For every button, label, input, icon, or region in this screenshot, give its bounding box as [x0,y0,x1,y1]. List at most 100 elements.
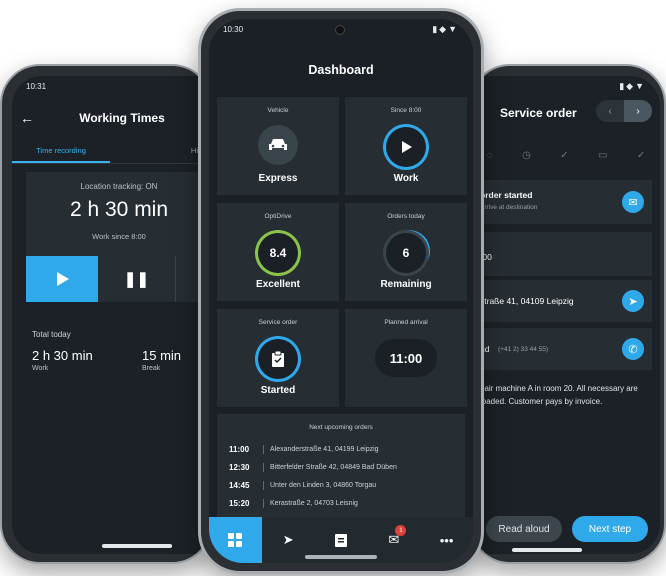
location-tracking-status: Location tracking: ON [80,182,158,191]
order-time: 11:00 [229,444,250,454]
more-icon: ••• [439,532,454,548]
play-button[interactable] [26,256,98,302]
back-arrow-icon[interactable]: ← [12,110,42,126]
planned-arrival-tile[interactable]: Planned arrival 11:00 [345,309,467,407]
home-indicator [512,548,582,552]
tile-value: Express [258,173,298,184]
navigation-icon: ➤ [282,532,294,547]
home-indicator [305,555,377,559]
tile-label: Service order [258,319,298,326]
time-recording-card: Location tracking: ON 2 h 30 min Work si… [26,172,210,302]
tile-label: Since 8:00 [390,107,422,114]
prev-icon[interactable]: ‹ [596,100,624,122]
order-pager: ‹ › [596,100,652,122]
service-order-tile[interactable]: Service order Started [217,309,339,407]
service-order-screen: ▮◆▼ Service order ‹ › ◌ ◷ ✓ ▭ ✓ order st… [472,76,660,554]
car-icon [258,125,298,165]
work-total-label: Work [32,365,49,372]
play-icon [57,272,69,286]
order-time: 12:30 [229,462,250,472]
pause-icon: ❚❚ [123,271,150,288]
arrive-subtext: Arrive at destination [480,204,538,211]
status-time: 10:30 [223,24,244,34]
tile-value: Excellent [256,279,300,290]
center-phone: 10:30 ▮◆▼ Dashboard Vehicle Express Sinc… [198,8,484,574]
signal-battery-icon: ▮◆▼ [432,23,459,34]
signal-battery-icon: ▮◆▼ [619,80,646,91]
status-time: 10:31 [26,81,47,91]
work-tile[interactable]: Since 8:00 Work [345,97,467,195]
done-icon: ✓ [636,149,646,161]
unread-badge: 1 [395,525,407,536]
total-today-label: Total today [32,330,71,339]
list-item[interactable]: 14:45 Unter den Linden 3, 04860 Torgau [229,478,459,492]
address-row[interactable]: straße 41, 04109 Leipzig ➤ [472,280,652,322]
clock-icon: ◷ [522,149,531,161]
app-header: ← Working Times [12,100,210,136]
orders-today-tile[interactable]: Orders today 6 Remaining [345,203,467,301]
tab-history[interactable]: Histo [110,140,210,163]
dashboard-screen: 10:30 ▮◆▼ Dashboard Vehicle Express Sinc… [209,19,473,563]
tile-label: Vehicle [267,107,289,114]
next-icon[interactable]: › [624,100,652,122]
clipboard-icon [334,534,347,547]
order-address: Alexanderstraße 41, 04199 Leipzig [270,445,379,453]
vehicle-tile[interactable]: Vehicle Express [217,97,339,195]
location-icon[interactable]: ➤ [622,290,644,312]
orders-header: Next upcoming orders [309,424,373,431]
upcoming-orders-card: Next upcoming orders 11:00 Alexanderstra… [217,414,465,524]
read-aloud-button[interactable]: Read aloud [486,516,562,542]
tab-bar: Time recording Histo [12,140,210,164]
app-showcase: 10:31 ← Working Times Time recording His… [0,0,666,576]
tab-dashboard[interactable] [209,517,262,563]
list-item[interactable]: 15:20 Kerastraße 2, 04703 Leisnig [229,496,459,510]
status-bar: 10:31 [12,76,210,96]
phone-icon[interactable]: ✆ [622,338,644,360]
orders-count: 6 [386,233,426,273]
list-item[interactable]: 12:30 Bitterfelder Straße 42, 04849 Bad … [229,460,459,474]
tile-label: Planned arrival [384,319,428,326]
step-icon: ◌ [486,149,493,161]
time-row: :00 [472,232,652,276]
break-total: 15 min Break [142,348,181,372]
play-icon [386,127,426,167]
status-bar: ▮◆▼ [472,76,660,96]
optidrive-tile[interactable]: OptiDrive 8.4 Excellent [217,203,339,301]
next-step-button[interactable]: Next step [572,516,648,542]
order-time: 15:20 [229,498,250,508]
clipboard-icon [258,339,298,379]
tab-more[interactable]: ••• [420,517,473,563]
tile-value: Started [260,385,296,396]
mail-icon[interactable]: ✉ [622,191,644,213]
order-address: Bitterfelder Straße 42, 04849 Bad Düben [270,463,397,471]
optidrive-score: 8.4 [258,233,298,273]
tile-value: Work [393,173,419,184]
arrival-time: 11:00 [375,339,437,377]
contact-phone: (+41 2) 33 44 55) [498,346,549,353]
order-started-row[interactable]: order started Arrive at destination ✉ [472,180,652,224]
service-note: pair machine A in room 20. All necessary… [480,384,638,406]
pause-button[interactable]: ❚❚ [98,256,176,302]
work-since: Work since 8:00 [92,232,146,241]
contact-row[interactable]: nd (+41 2) 33 44 55) ✆ [472,328,652,370]
list-item[interactable]: 11:00 Alexanderstraße 41, 04199 Leipzig [229,442,459,456]
order-time: 14:45 [229,480,250,490]
tab-time-recording[interactable]: Time recording [12,140,110,163]
address-text: straße 41, 04109 Leipzig [480,296,574,306]
status-bar: 10:30 ▮◆▼ [209,19,473,39]
page-title: Dashboard [308,63,374,77]
page-title: Service order [500,106,577,120]
truck-icon: ▭ [598,149,608,161]
break-total-label: Break [142,365,161,372]
tile-value: Remaining [380,279,432,290]
page-title: Working Times [79,111,165,125]
order-address: Kerastraße 2, 04703 Leisnig [270,499,358,507]
working-times-screen: 10:31 ← Working Times Time recording His… [12,76,210,554]
elapsed-time: 2 h 30 min [69,198,169,221]
tile-label: Orders today [387,213,425,220]
grid-icon [228,533,243,547]
home-indicator [102,544,172,548]
check-icon: ✓ [560,149,569,161]
order-address: Unter den Linden 3, 04860 Torgau [270,481,377,489]
progress-steps: ◌ ◷ ✓ ▭ ✓ [472,142,660,168]
